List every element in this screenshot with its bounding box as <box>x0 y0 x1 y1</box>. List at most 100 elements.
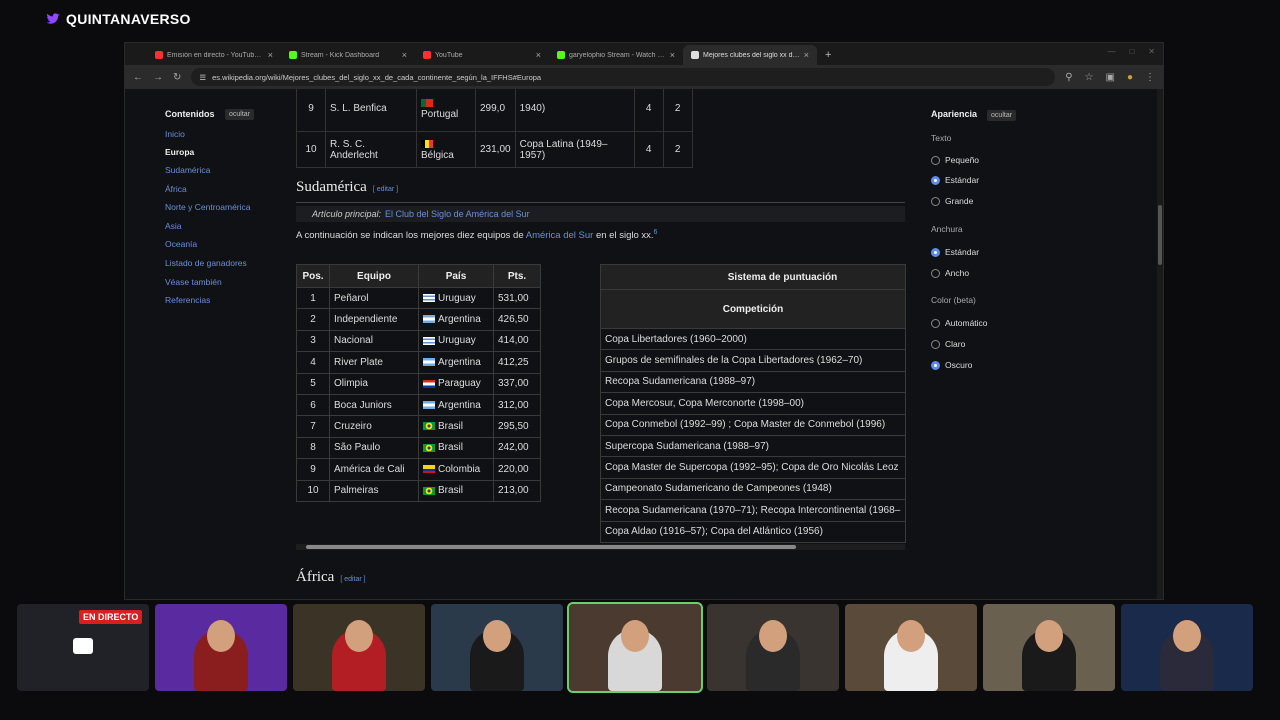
team-link[interactable]: Boca Juniors <box>329 393 419 417</box>
reload-icon[interactable]: ↻ <box>173 72 181 83</box>
appearance-radio-option[interactable]: Estándar <box>931 175 979 185</box>
country-cell[interactable]: Portugal <box>416 89 476 132</box>
close-window-icon[interactable]: ✕ <box>1148 47 1155 56</box>
webcam-thumbnail[interactable] <box>983 604 1115 691</box>
toc-item[interactable]: África <box>165 184 187 194</box>
team-link[interactable]: Independiente <box>329 308 419 331</box>
toc-item[interactable]: Oceanía <box>165 239 197 249</box>
team-link[interactable]: R. S. C. Anderlecht <box>325 131 417 168</box>
country-link[interactable]: Brasil <box>418 479 494 502</box>
appearance-radio-option[interactable]: Estándar <box>931 247 979 257</box>
webcam-thumbnail[interactable] <box>845 604 977 691</box>
vertical-scrollbar[interactable] <box>1157 89 1163 599</box>
radio-button[interactable] <box>931 339 940 349</box>
radio-button[interactable] <box>931 318 940 328</box>
country-link[interactable]: Argentina <box>418 351 494 374</box>
competition-link[interactable]: Copa Master de Supercopa (1992–95); Copa… <box>600 456 906 479</box>
country-link[interactable]: Brasil <box>418 415 494 438</box>
competition-cell[interactable]: 1940) <box>514 89 635 132</box>
radio-button[interactable] <box>931 175 940 185</box>
country-link[interactable]: Uruguay <box>418 286 494 310</box>
toc-item[interactable]: Sudamérica <box>165 165 210 175</box>
tab-close-icon[interactable]: × <box>670 50 675 60</box>
radio-button[interactable] <box>931 360 940 370</box>
vertical-scroll-thumb[interactable] <box>1158 205 1162 265</box>
back-arrow-icon[interactable]: ← <box>133 72 143 83</box>
intro-link[interactable]: América del Sur <box>526 230 594 241</box>
toc-item[interactable]: Referencias <box>165 295 210 305</box>
appearance-radio-option[interactable]: Automático <box>931 318 988 328</box>
team-link[interactable]: São Paulo <box>329 436 419 460</box>
tab-close-icon[interactable]: × <box>536 50 541 60</box>
team-link[interactable]: Nacional <box>329 329 419 353</box>
webcam-thumbnail[interactable] <box>567 602 703 693</box>
competition-link[interactable]: Copa Aldao (1916–57); Copa del Atlántico… <box>600 520 906 543</box>
browser-tab[interactable]: Mejores clubes del siglo xx de cada cont… <box>683 45 817 65</box>
country-link[interactable]: Brasil <box>418 436 494 460</box>
country-link[interactable]: Argentina <box>418 393 494 417</box>
toc-hide-button[interactable]: ocultar <box>225 109 255 120</box>
radio-button[interactable] <box>931 155 940 165</box>
appearance-radio-option[interactable]: Ancho <box>931 268 969 278</box>
appearance-hide-button[interactable]: ocultar <box>987 110 1017 121</box>
webcam-thumbnail[interactable] <box>707 604 839 691</box>
webcam-thumbnail[interactable] <box>1121 604 1253 691</box>
competition-link[interactable]: Recopa Sudamericana (1988–97) <box>600 370 906 394</box>
bookmark-star-icon[interactable]: ☆ <box>1085 72 1094 83</box>
tab-close-icon[interactable]: × <box>268 50 273 60</box>
minimize-icon[interactable]: — <box>1107 47 1115 56</box>
toc-item[interactable]: Asia <box>165 221 182 231</box>
team-link[interactable]: América de Cali <box>329 458 419 481</box>
edit-link[interactable]: [ editar ] <box>373 186 398 193</box>
toc-item[interactable]: Inicio <box>165 129 185 139</box>
extensions-icon[interactable]: ▣ <box>1106 72 1115 83</box>
team-link[interactable]: River Plate <box>329 351 419 374</box>
country-link[interactable]: Argentina <box>418 308 494 331</box>
browser-tab[interactable]: YouTube × <box>415 45 549 65</box>
competition-link[interactable]: Recopa Sudamericana (1970–71); Recopa In… <box>600 499 906 522</box>
radio-button[interactable] <box>931 268 940 278</box>
radio-button[interactable] <box>931 247 940 257</box>
horizontal-scrollbar[interactable] <box>296 544 905 550</box>
reference-link[interactable]: 6 <box>654 229 658 236</box>
competition-link[interactable]: Supercopa Sudamericana (1988–97) <box>600 434 906 458</box>
forward-arrow-icon[interactable]: → <box>153 72 163 83</box>
team-link[interactable]: Palmeiras <box>329 479 419 502</box>
toc-item[interactable]: Listado de ganadores <box>165 258 247 268</box>
appearance-radio-option[interactable]: Grande <box>931 196 973 206</box>
menu-kebab-icon[interactable]: ⋮ <box>1145 72 1155 83</box>
webcam-thumbnail[interactable] <box>431 604 563 691</box>
team-link[interactable]: S. L. Benfica <box>325 89 417 132</box>
competition-link[interactable]: Copa Mercosur, Copa Merconorte (1998–00) <box>600 392 906 415</box>
appearance-radio-option[interactable]: Pequeño <box>931 155 979 165</box>
horizontal-scroll-thumb[interactable] <box>306 545 796 549</box>
country-cell[interactable]: Bélgica <box>416 131 476 168</box>
radio-button[interactable] <box>931 196 940 206</box>
browser-tab[interactable]: Stream - Kick Dashboard × <box>281 45 415 65</box>
webcam-thumbnail[interactable]: EN DIRECTO <box>17 604 149 691</box>
new-tab-button[interactable]: + <box>817 45 839 65</box>
tab-close-icon[interactable]: × <box>402 50 407 60</box>
webcam-thumbnail[interactable] <box>293 604 425 691</box>
site-info-icon[interactable]: ☰ <box>199 73 206 82</box>
profile-avatar-icon[interactable]: ● <box>1127 72 1133 83</box>
tab-close-icon[interactable]: × <box>804 50 809 60</box>
country-link[interactable]: Colombia <box>418 458 494 481</box>
competition-link[interactable]: Copa Libertadores (1960–2000) <box>600 327 906 351</box>
competition-cell[interactable]: Copa Latina (1949–1957) <box>514 131 635 168</box>
zoom-icon[interactable]: ⚲ <box>1065 72 1072 83</box>
webcam-thumbnail[interactable] <box>155 604 287 691</box>
toc-item[interactable]: Véase también <box>165 277 222 287</box>
appearance-radio-option[interactable]: Claro <box>931 339 965 349</box>
browser-tab[interactable]: Emisión en directo - YouTube Studio × <box>147 45 281 65</box>
hatnote-link[interactable]: El Club del Siglo de América del Sur <box>385 209 530 219</box>
team-link[interactable]: Peñarol <box>329 286 419 310</box>
toc-item[interactable]: Norte y Centroamérica <box>165 202 251 212</box>
browser-tab[interactable]: garyelophio Stream - Watch Live on Kick × <box>549 45 683 65</box>
maximize-icon[interactable]: □ <box>1129 47 1134 56</box>
address-bar[interactable]: ☰ es.wikipedia.org/wiki/Mejores_clubes_d… <box>191 68 1056 86</box>
competition-link[interactable]: Copa Conmebol (1992–99) ; Copa Master de… <box>600 413 906 436</box>
competition-link[interactable]: Campeonato Sudamericano de Campeones (19… <box>600 477 906 501</box>
toc-item[interactable]: Europa <box>165 147 194 157</box>
team-link[interactable]: Olimpia <box>329 372 419 395</box>
